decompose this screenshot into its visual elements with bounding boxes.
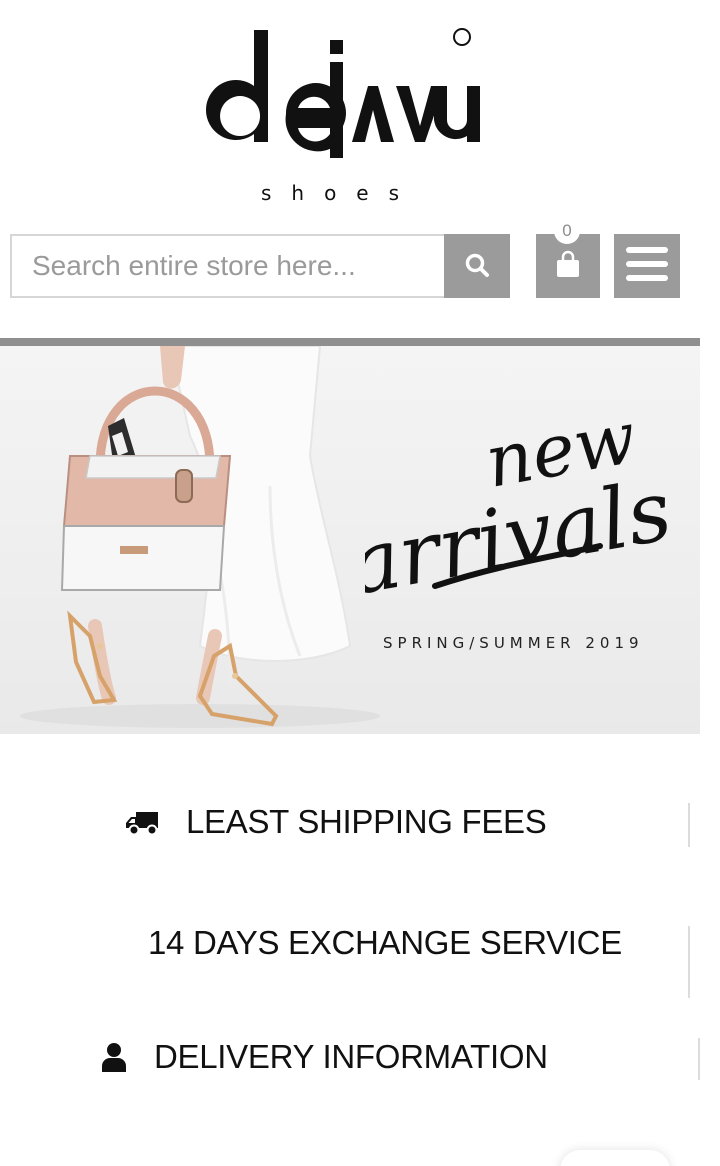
search-button[interactable] [444,234,510,298]
feature-exchange-service[interactable]: 14 DAYS EXCHANGE SERVICE [148,924,622,962]
search-input[interactable] [10,234,444,298]
chat-widget[interactable] [560,1150,670,1166]
feature-delivery-information[interactable]: DELIVERY INFORMATION [100,1038,548,1076]
shopping-bag-icon [555,250,581,283]
banner-heading: new arrivals [365,396,675,596]
feature-divider [688,926,690,998]
hamburger-menu-icon [626,246,668,286]
banner-subtitle: SPRING/SUMMER 2019 [383,634,644,652]
brand-logo[interactable]: shoes [200,22,485,212]
feature-divider [698,1038,700,1080]
feature-label: 14 DAYS EXCHANGE SERVICE [148,924,622,961]
search-icon [464,252,490,281]
truck-icon [126,808,160,836]
cart-count-badge: 0 [554,218,580,244]
user-icon [100,1042,128,1072]
feature-divider [688,803,690,847]
logo-tagline: shoes [261,181,419,205]
feature-label: LEAST SHIPPING FEES [186,803,547,840]
search-form [10,234,510,298]
menu-button[interactable] [614,234,680,298]
logo-graphic: shoes [206,28,480,205]
feature-label: DELIVERY INFORMATION [154,1038,548,1075]
feature-least-shipping-fees[interactable]: LEAST SHIPPING FEES [126,803,547,841]
banner-top-bar [0,338,700,346]
new-arrivals-lettering: new arrivals [365,396,675,596]
new-arrivals-banner[interactable]: new arrivals [0,346,700,734]
